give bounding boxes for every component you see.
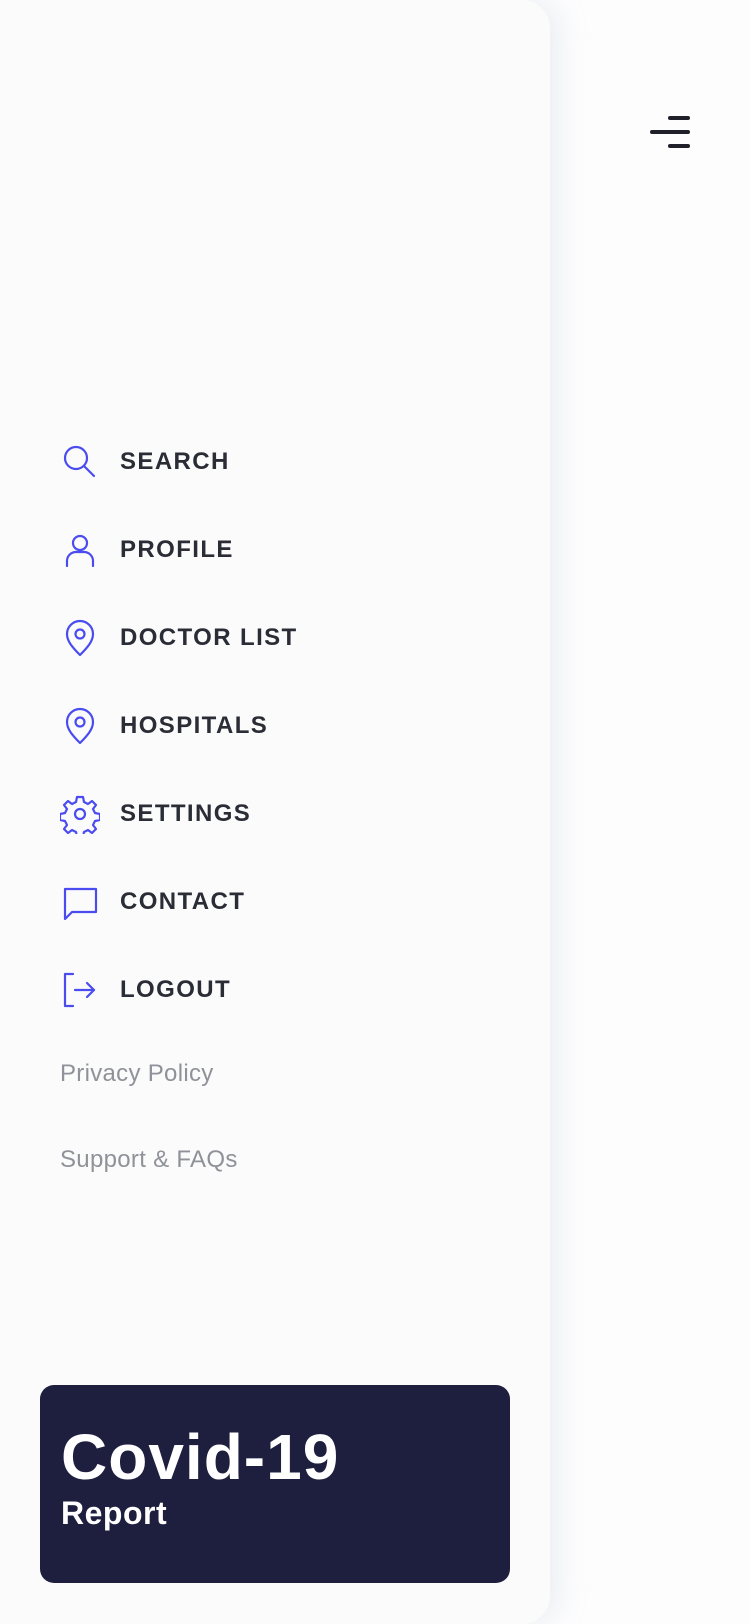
nav-item-contact[interactable]: CONTACT [60,878,298,926]
report-card-title: Covid-19 [61,1421,340,1493]
user-icon [60,528,104,572]
map-pin-icon [60,704,104,748]
nav-item-label: LOGOUT [120,976,232,1003]
nav-item-label: SEARCH [120,448,230,475]
message-icon [60,880,104,924]
nav-item-label: SETTINGS [120,800,252,827]
nav-item-logout[interactable]: LOGOUT [60,966,298,1014]
support-faqs-link[interactable]: Support & FAQs [60,1146,238,1174]
menu-lines-icon [668,116,690,120]
footer-links: Privacy Policy Support & FAQs [60,1060,238,1232]
map-pin-icon [60,616,104,660]
side-drawer: SEARCH PROFILE DOCTOR LIST HOSPITALS SET… [0,0,550,1624]
nav-item-search[interactable]: SEARCH [60,438,298,486]
drawer-nav: SEARCH PROFILE DOCTOR LIST HOSPITALS SET… [60,438,298,1054]
covid-report-card[interactable]: Covid-19 Report [40,1385,510,1583]
nav-item-label: PROFILE [120,536,234,563]
nav-item-label: DOCTOR LIST [120,624,298,651]
search-icon [60,440,104,484]
nav-item-label: HOSPITALS [120,712,269,739]
gear-icon [60,792,104,836]
menu-toggle-button[interactable] [644,112,690,152]
nav-item-label: CONTACT [120,888,246,915]
nav-item-doctor-list[interactable]: DOCTOR LIST [60,614,298,662]
menu-line [650,130,690,134]
report-card-subtitle: Report [61,1495,168,1531]
logout-icon [60,968,104,1012]
nav-item-settings[interactable]: SETTINGS [60,790,298,838]
app-screen: SEARCH PROFILE DOCTOR LIST HOSPITALS SET… [0,0,750,1624]
menu-line [668,144,690,148]
nav-item-hospitals[interactable]: HOSPITALS [60,702,298,750]
privacy-policy-link[interactable]: Privacy Policy [60,1060,238,1088]
nav-item-profile[interactable]: PROFILE [60,526,298,574]
